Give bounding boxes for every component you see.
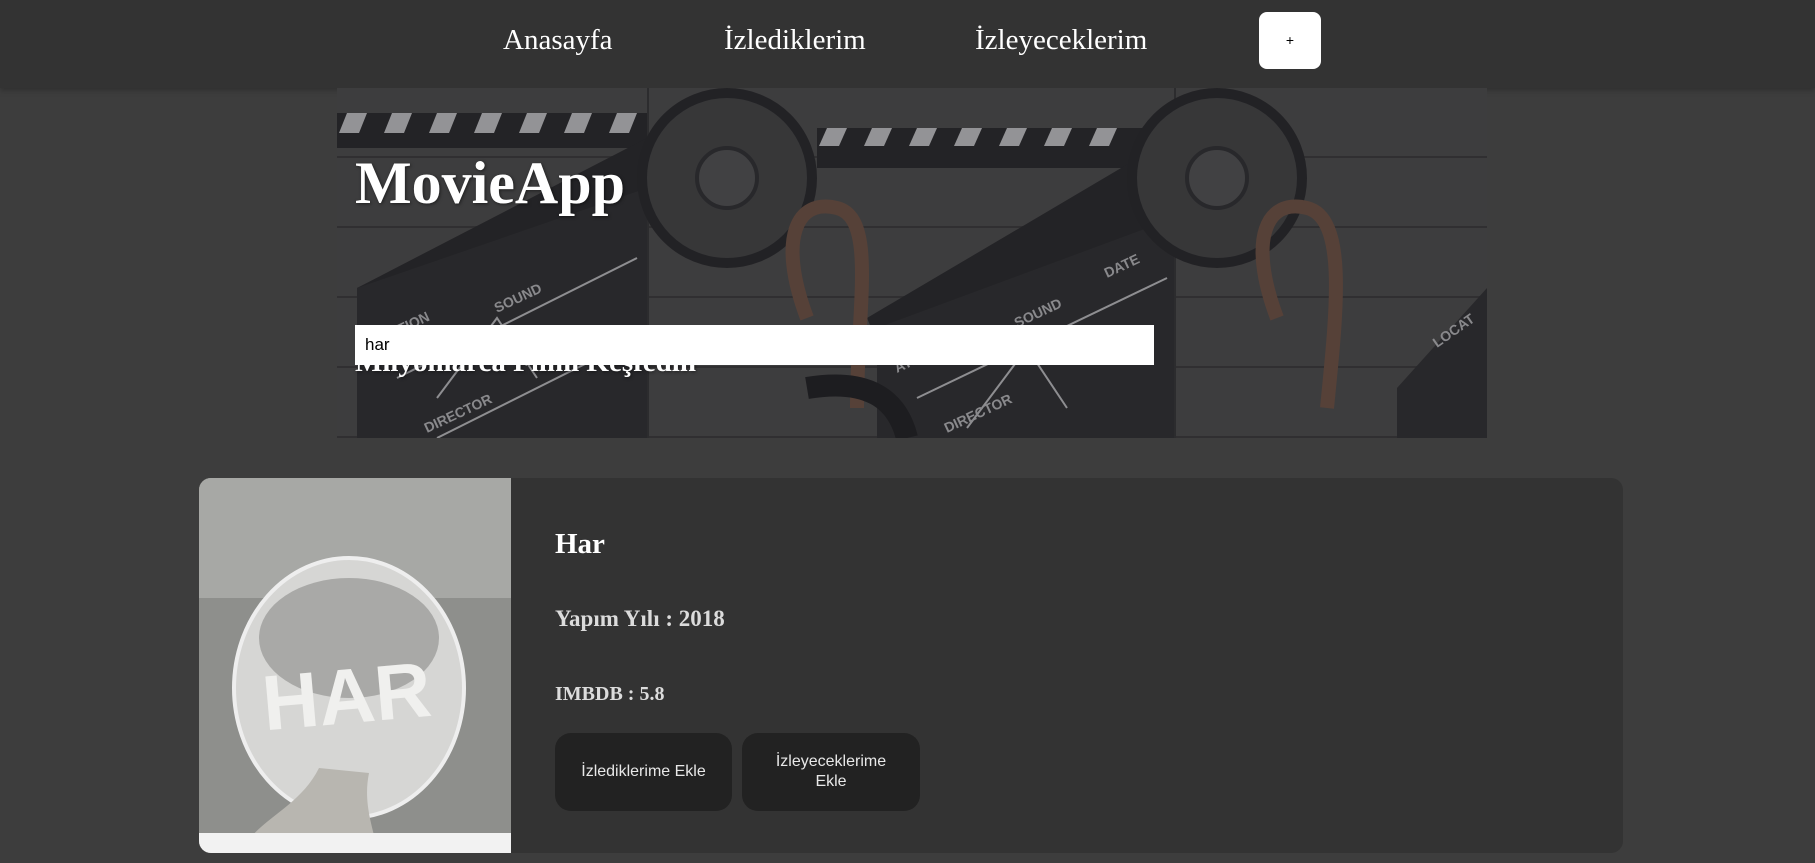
movie-year: Yapım Yılı : 2018 [555, 606, 725, 631]
hero-title: MovieApp [355, 150, 625, 216]
add-to-watchlist-button[interactable]: İzleyeceklerime Ekle [742, 733, 920, 811]
search-input[interactable] [355, 325, 1154, 365]
light-bulb-poster-image: HAR [199, 478, 511, 853]
top-navbar: Anasayfa İzlediklerim İzleyeceklerim + [0, 0, 1815, 88]
nav-link-izlediklerim[interactable]: İzlediklerim [724, 22, 866, 58]
movie-title: Har [555, 528, 605, 560]
nav-link-anasayfa[interactable]: Anasayfa [503, 22, 613, 58]
poster-title-text: HAR [259, 645, 435, 747]
nav-link-izleyeceklerim[interactable]: İzleyeceklerim [975, 22, 1147, 58]
add-movie-button[interactable]: + [1259, 12, 1321, 69]
add-to-watched-button[interactable]: İzlediklerime Ekle [555, 733, 732, 811]
movie-card: HAR Har Yapım Yılı : 2018 IMBDB : 5.8 İz… [199, 478, 1623, 853]
film-clapperboard-and-reel-image: ATION SOUND DIRECTOR [337, 88, 1487, 438]
movie-poster: HAR [199, 478, 511, 853]
movie-rating: IMBDB : 5.8 [555, 683, 665, 705]
hero-banner: ATION SOUND DIRECTOR [337, 88, 1487, 438]
